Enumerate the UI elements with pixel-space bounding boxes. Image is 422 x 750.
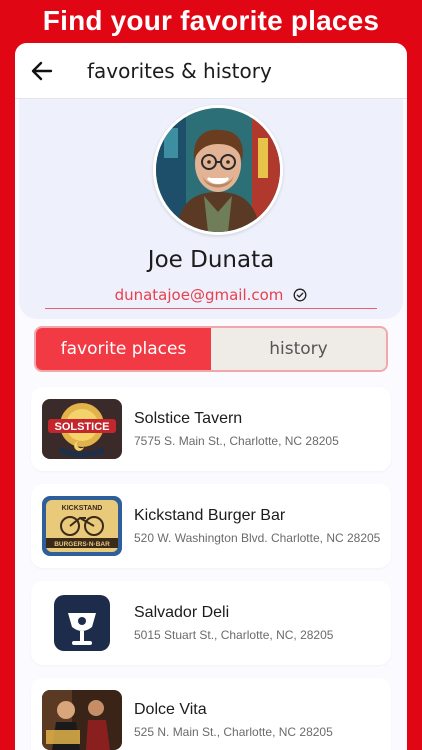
place-name: Solstice Tavern (134, 410, 243, 427)
place-card-salvador-deli[interactable]: Salvador Deli 5015 Stuart St., Charlotte… (31, 581, 391, 665)
tab-history[interactable]: history (211, 328, 386, 370)
email-field[interactable]: dunatajoe@gmail.com (45, 281, 377, 309)
dolce-vita-logo (42, 690, 122, 750)
place-card-kickstand-burger-bar[interactable]: KICKSTAND BURGERS·N·BAR Kickstand Burger… (31, 484, 391, 568)
top-bar: favorites & history (15, 43, 407, 99)
kickstand-logo-subtext: BURGERS·N·BAR (54, 541, 110, 548)
avatar[interactable] (153, 105, 283, 235)
profile-card: Joe Dunata dunatajoe@gmail.com (19, 99, 403, 319)
page-title: favorites & history (87, 58, 272, 83)
back-button[interactable] (15, 43, 69, 99)
place-card-dolce-vita[interactable]: Dolce Vita 525 N. Main St., Charlotte, N… (31, 678, 391, 750)
place-address: 5015 Stuart St., Charlotte, NC, 28205 (134, 628, 334, 642)
tab-bar: favorite places history (34, 326, 388, 372)
kickstand-burger-bar-logo: KICKSTAND BURGERS·N·BAR (42, 496, 122, 556)
place-name: Dolce Vita (134, 701, 207, 718)
place-name: Kickstand Burger Bar (134, 507, 286, 524)
place-address: 7575 S. Main St., Charlotte, NC 28205 (134, 434, 339, 448)
solstice-logo-text: SOLSTICE (54, 421, 109, 433)
headline: Find your favorite places (42, 5, 380, 36)
tab-favorite-places[interactable]: favorite places (36, 328, 211, 370)
place-card-solstice-tavern[interactable]: SOLSTICE Solstice Tavern 7575 S. Main St… (31, 387, 391, 471)
kickstand-logo-text: KICKSTAND (62, 505, 103, 512)
app-screen: favorites & history Joe Dunata dunatajoe… (15, 43, 407, 750)
place-address: 520 W. Washington Blvd. Charlotte, NC 28… (134, 531, 381, 545)
email-text: dunatajoe@gmail.com (114, 285, 284, 304)
check-circle-icon (293, 288, 307, 302)
solstice-tavern-logo: SOLSTICE (42, 399, 122, 459)
salvador-deli-logo (42, 593, 122, 653)
place-name: Salvador Deli (134, 604, 230, 621)
arrow-left-icon (31, 61, 53, 80)
place-address: 525 N. Main St., Charlotte, NC 28205 (134, 725, 333, 739)
user-name: Joe Dunata (147, 247, 275, 273)
